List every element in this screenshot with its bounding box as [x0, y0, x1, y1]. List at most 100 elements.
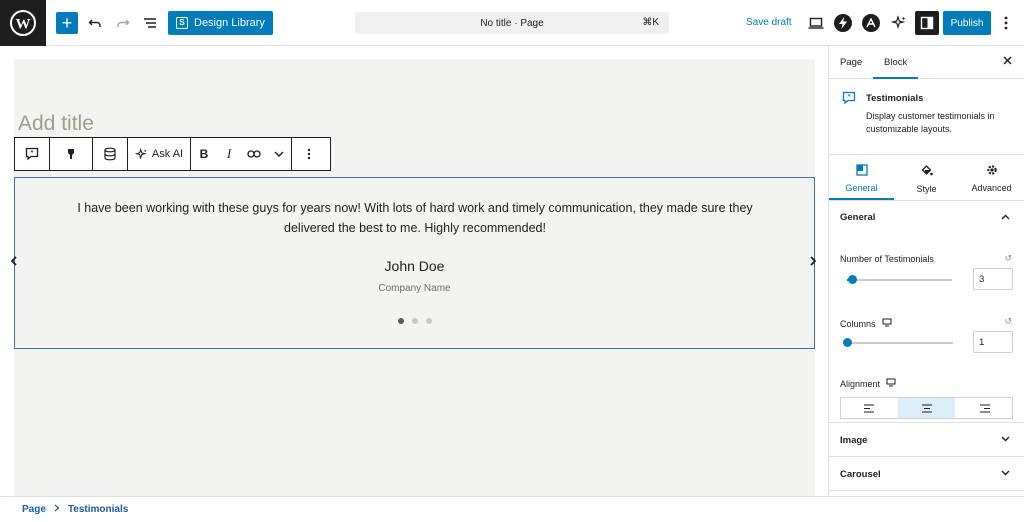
wordpress-logo-icon[interactable]: W: [0, 0, 46, 46]
general-panel-header[interactable]: General: [829, 201, 1024, 234]
number-of-testimonials-input[interactable]: 3: [973, 268, 1013, 290]
carousel-panel-header[interactable]: Carousel: [829, 457, 1024, 490]
alignment-label-row: Alignment: [840, 378, 896, 389]
columns-label-row: Columns: [840, 318, 892, 329]
desktop-device-icon[interactable]: [886, 378, 896, 389]
carousel-next-arrow-icon[interactable]: [809, 255, 817, 269]
settings-sidebar-toggle-icon[interactable]: [915, 11, 939, 35]
ai-sparkle-icon[interactable]: [888, 11, 910, 35]
testimonial-quote[interactable]: I have been working with these guys for …: [55, 198, 775, 238]
align-right-icon: [979, 403, 990, 413]
desktop-device-icon[interactable]: [882, 318, 892, 329]
design-library-label: Design Library: [194, 17, 265, 29]
undo-icon[interactable]: [84, 11, 106, 35]
link-icon[interactable]: [241, 138, 267, 170]
carousel-panel: Carousel: [829, 457, 1024, 491]
document-title: No title · Page: [480, 17, 544, 29]
block-toolbar: ” Ask AI B I: [14, 137, 331, 171]
block-options-kebab-icon[interactable]: [292, 138, 326, 170]
more-formats-chevron-down-icon[interactable]: [267, 138, 291, 170]
number-of-testimonials-label: Number of Testimonials: [840, 254, 934, 264]
tab-style[interactable]: Style: [894, 155, 959, 200]
breadcrumb-item-page[interactable]: Page: [22, 504, 46, 515]
align-left-button[interactable]: [841, 398, 898, 418]
tab-general[interactable]: General: [829, 155, 894, 200]
design-library-icon: S: [176, 17, 188, 29]
reset-icon[interactable]: ↺: [1004, 253, 1012, 264]
block-breadcrumb: Page Testimonials: [0, 496, 1024, 522]
redo-icon[interactable]: [112, 11, 134, 35]
settings-sidebar: Page Block ” Testimonials Display custom…: [828, 46, 1024, 496]
style-brush-icon[interactable]: [50, 138, 92, 170]
carousel-dot[interactable]: [412, 318, 418, 324]
slider-thumb[interactable]: [843, 338, 852, 347]
general-panel-title: General: [840, 212, 876, 223]
command-shortcut: ⌘K: [642, 17, 659, 28]
columns-label: Columns: [840, 318, 876, 329]
block-toolbar-group-type: ”: [15, 138, 50, 170]
align-center-icon: [921, 403, 932, 413]
block-card-description: Display customer testimonials in customi…: [866, 111, 995, 134]
carousel-prev-arrow-icon[interactable]: [10, 255, 18, 269]
tab-advanced-label: Advanced: [971, 183, 1012, 193]
slider-thumb[interactable]: [848, 275, 857, 284]
breadcrumb-item-testimonials[interactable]: Testimonials: [68, 504, 128, 515]
image-panel-header[interactable]: Image: [829, 423, 1024, 456]
publish-button[interactable]: Publish: [943, 11, 991, 35]
post-title-input[interactable]: Add title: [18, 112, 94, 136]
carousel-dot[interactable]: [398, 318, 404, 324]
testimonial-block-icon: ”: [842, 91, 856, 110]
align-left-icon: [863, 403, 874, 413]
document-overview-icon[interactable]: [139, 11, 161, 35]
tab-page[interactable]: Page: [840, 57, 862, 68]
align-right-button[interactable]: [955, 398, 1012, 418]
svg-text:”: ”: [30, 150, 34, 157]
design-library-button[interactable]: S Design Library: [168, 11, 273, 35]
document-bar[interactable]: No title · Page ⌘K: [355, 12, 669, 34]
inspector-tabs: General Style Advanced: [829, 155, 1024, 201]
testimonial-block-type-icon[interactable]: ”: [15, 138, 49, 170]
testimonial-company[interactable]: Company Name: [15, 283, 814, 294]
preview-desktop-icon[interactable]: [805, 11, 827, 35]
columns-input[interactable]: 1: [973, 331, 1013, 353]
block-card: ” Testimonials Display customer testimon…: [829, 79, 1024, 155]
block-card-title: Testimonials: [866, 93, 924, 104]
top-toolbar: W + S Design Library No title · Page ⌘K …: [0, 0, 1024, 46]
plugin-a-icon[interactable]: [862, 11, 880, 35]
tab-advanced[interactable]: Advanced: [959, 155, 1024, 200]
number-of-testimonials-slider[interactable]: [847, 275, 952, 284]
carousel-panel-title: Carousel: [840, 469, 881, 480]
alignment-button-group: [840, 397, 1013, 419]
chevron-down-icon: [1001, 468, 1010, 479]
advanced-gear-icon: [986, 164, 998, 178]
block-toolbar-group-style: [50, 138, 93, 170]
italic-button[interactable]: I: [217, 138, 241, 170]
carousel-pagination: [398, 318, 432, 324]
tab-block[interactable]: Block: [873, 57, 919, 79]
block-toolbar-group-options: [292, 138, 326, 170]
columns-slider[interactable]: [843, 338, 953, 347]
options-kebab-icon[interactable]: [998, 11, 1014, 35]
testimonial-block[interactable]: I have been working with these guys for …: [14, 177, 815, 349]
dynamic-data-database-icon[interactable]: [93, 138, 127, 170]
reset-icon[interactable]: ↺: [1004, 316, 1012, 327]
sidebar-tabs: Page Block: [829, 46, 1024, 79]
tab-general-label: General: [845, 183, 878, 193]
alignment-label: Alignment: [840, 378, 881, 389]
save-draft-button[interactable]: Save draft: [746, 17, 792, 28]
jetpack-bolt-icon[interactable]: [834, 11, 852, 35]
svg-text:”: ”: [847, 94, 851, 101]
chevron-down-icon: [1001, 434, 1010, 445]
carousel-dot[interactable]: [426, 318, 432, 324]
add-block-plus-icon[interactable]: +: [56, 12, 78, 34]
testimonial-name[interactable]: John Doe: [15, 258, 814, 274]
general-panel: General Number of Testimonials ↺ 3 Colum…: [829, 201, 1024, 423]
ask-ai-button[interactable]: Ask AI: [128, 138, 190, 170]
close-sidebar-icon[interactable]: [1003, 54, 1012, 68]
bold-button[interactable]: B: [191, 138, 217, 170]
align-center-button[interactable]: [898, 398, 955, 418]
tab-style-label: Style: [916, 184, 937, 194]
ask-ai-label: Ask AI: [151, 148, 184, 160]
chevron-right-icon: [54, 504, 60, 515]
block-toolbar-group-ai: Ask AI: [128, 138, 191, 170]
